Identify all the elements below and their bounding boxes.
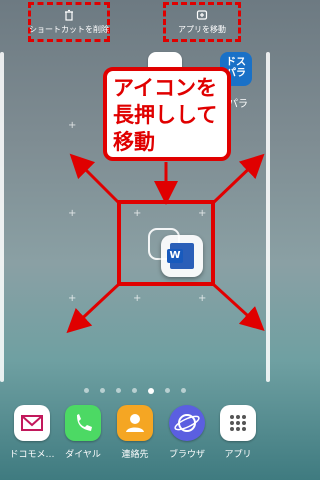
dock-label: ドコモメ…: [9, 450, 55, 460]
dock-label: アプリ: [224, 450, 252, 460]
browser-icon: [169, 405, 205, 441]
callout-line-1: アイコンを: [113, 76, 217, 100]
callout-line-2: 長押しして: [113, 103, 218, 127]
word-app-icon[interactable]: W: [161, 235, 203, 277]
dock-label: ダイヤル: [65, 450, 101, 460]
dock-app-contacts[interactable]: 連絡先: [111, 405, 159, 460]
page-dot[interactable]: [181, 388, 186, 393]
word-icon-letter: W: [167, 249, 183, 263]
apps-grid-icon: [220, 405, 256, 441]
page-dot[interactable]: [84, 388, 89, 393]
dock-label: 連絡先: [121, 450, 149, 460]
instruction-callout: アイコンを 長押しして 移動: [103, 67, 231, 161]
callout-line-3: 移動: [113, 130, 155, 154]
dock-app-docomo-mail[interactable]: ドコモメ…: [8, 405, 56, 460]
docomo-mail-icon: [14, 405, 50, 441]
page-dot-active[interactable]: [148, 388, 154, 394]
dock: ドコモメ… ダイヤル 連絡先 ブラウザ アプリ: [0, 405, 270, 465]
phone-icon: [65, 405, 101, 441]
dock-app-browser[interactable]: ブラウザ: [163, 405, 211, 460]
contacts-icon: [117, 405, 153, 441]
page-dot[interactable]: [132, 388, 137, 393]
dock-label: ブラウザ: [168, 450, 205, 460]
dock-app-apps[interactable]: アプリ: [214, 405, 262, 460]
dock-app-phone[interactable]: ダイヤル: [59, 405, 107, 460]
page-dot[interactable]: [100, 388, 105, 393]
page-dot[interactable]: [116, 388, 121, 393]
page-dot[interactable]: [165, 388, 170, 393]
page-indicator: [0, 388, 270, 394]
